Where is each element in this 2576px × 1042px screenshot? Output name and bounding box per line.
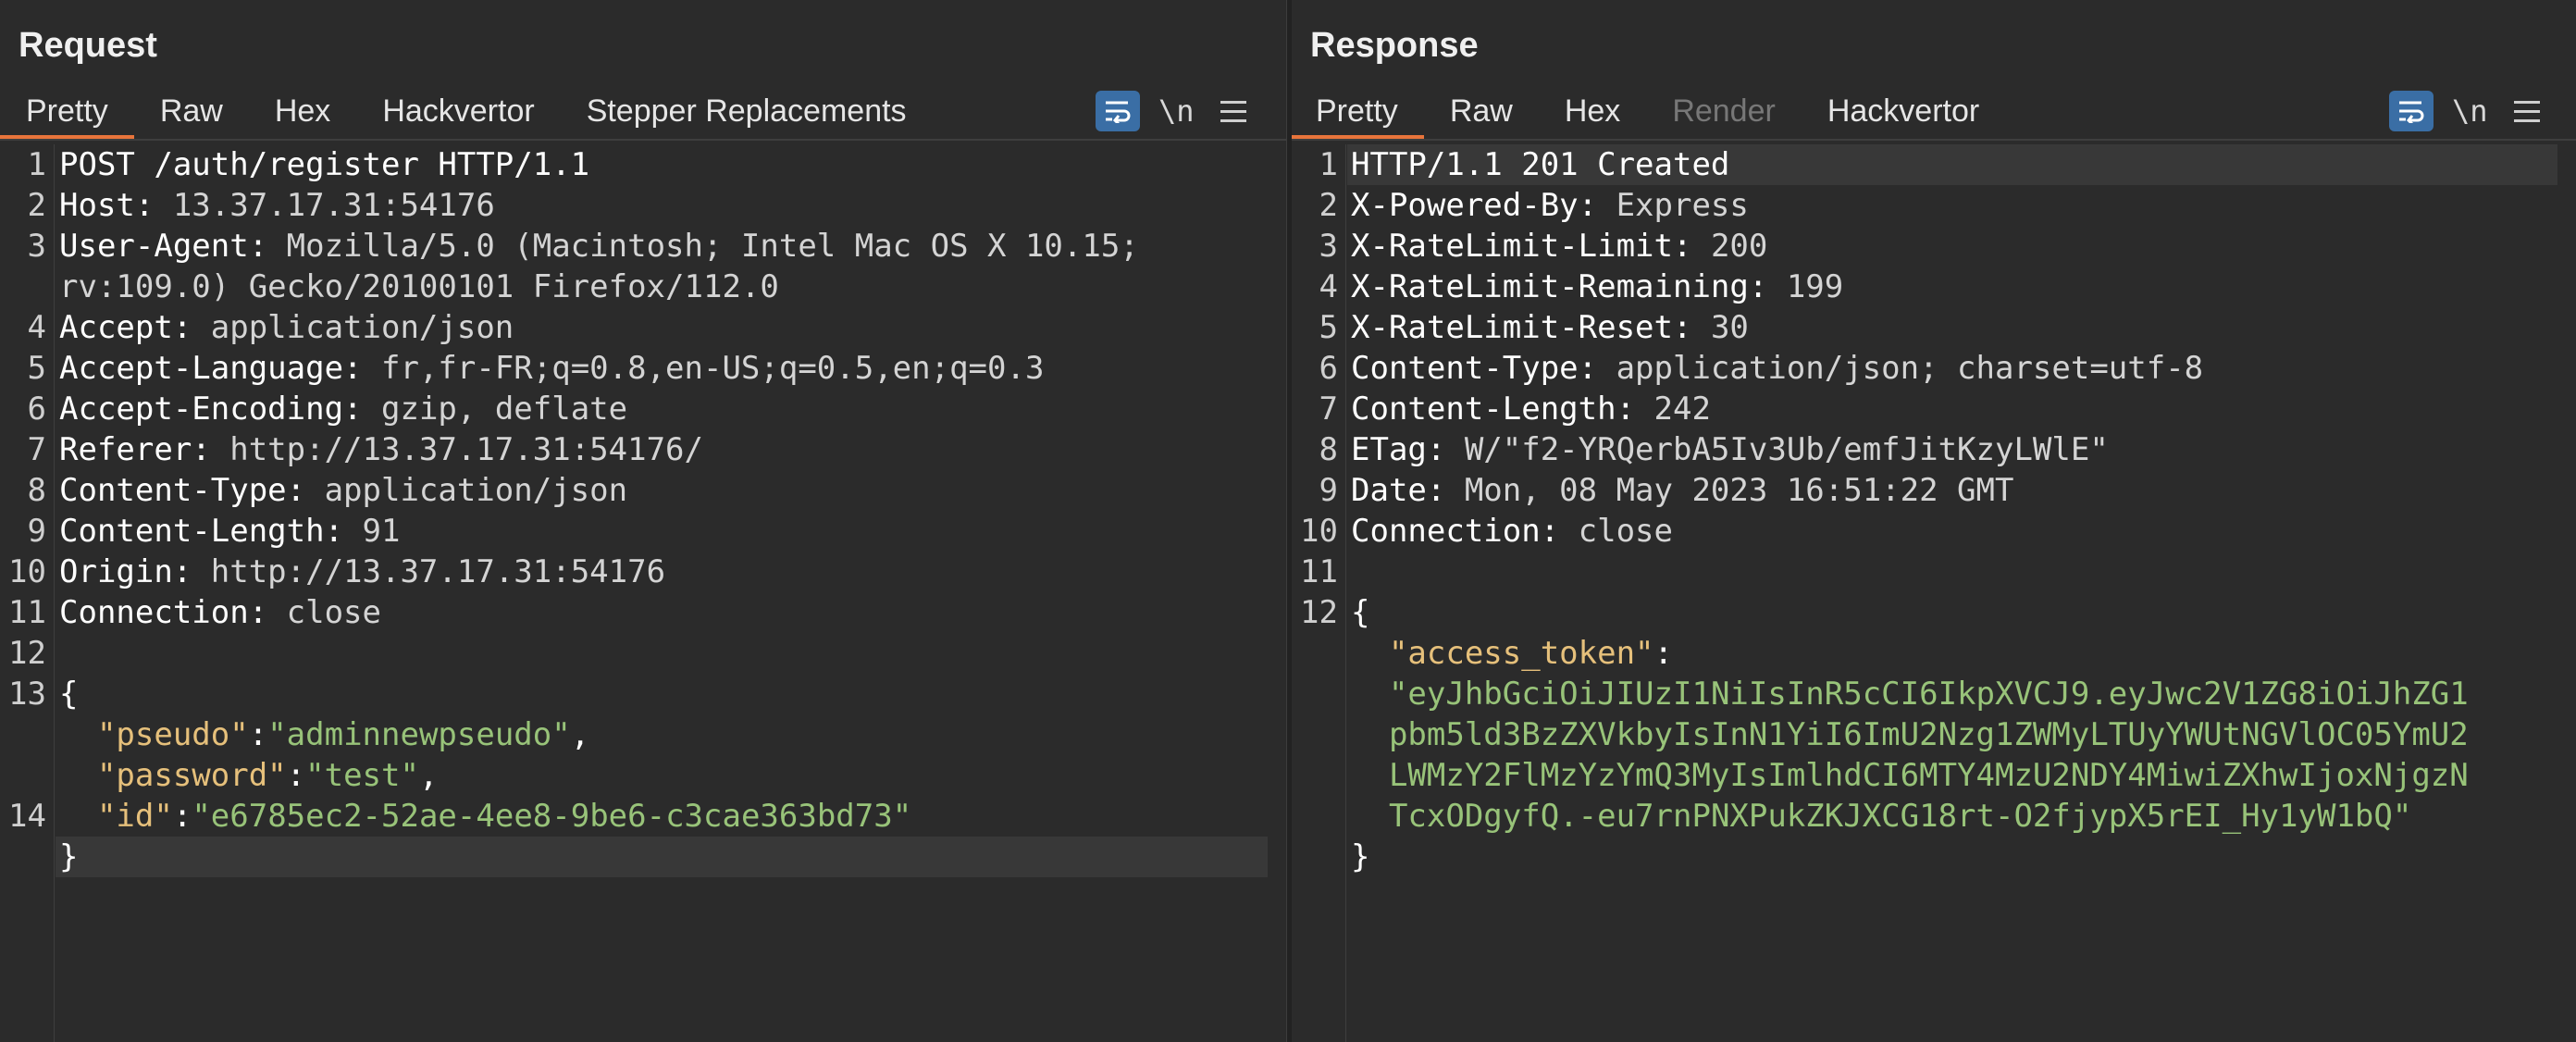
tab-divider (0, 139, 1286, 141)
header-line: rv:109.0) Gecko/20100101 Firefox/112.0 (59, 268, 779, 305)
header-line: Content-Type: application/json (59, 472, 628, 509)
header-line: Accept-Encoding: gzip, deflate (59, 391, 628, 428)
hamburger-menu-icon[interactable] (2513, 100, 2540, 122)
header-line: Content-Length: 91 (59, 513, 401, 550)
tab-render: Render (1672, 93, 1776, 129)
request-tabs: Pretty Raw Hex Hackvertor Stepper Replac… (0, 85, 933, 139)
header-line: ETag: W/"f2-YRQerbA5Iv3Ub/emfJitKzyLWlE" (1351, 431, 2109, 468)
token-line: LWMzY2FlMzYzYmQ3MyIsImlhdCI6MTY4MzU2NDY4… (1388, 757, 2469, 794)
json-brace: } (59, 838, 79, 875)
header-line: Connection: close (59, 594, 381, 631)
line-number: 12 (8, 635, 46, 672)
tab-hex[interactable]: Hex (1539, 85, 1646, 135)
json-field: "password":"test", (96, 757, 439, 794)
line-number: 10 (8, 553, 46, 590)
line-number: 4 (1319, 268, 1338, 305)
newline-toggle-icon[interactable]: \n (2452, 93, 2488, 129)
line-number: 14 (8, 798, 46, 835)
request-panel: Request Pretty Raw Hex Hackvertor Steppe… (0, 0, 1286, 1042)
line-number: 5 (1319, 309, 1338, 346)
response-panel: Response Pretty Raw Hex Render Hackverto… (1292, 0, 2576, 1042)
tab-pretty[interactable]: Pretty (1292, 85, 1424, 139)
header-line: Content-Type: application/json; charset=… (1351, 350, 2204, 387)
tab-raw[interactable]: Raw (134, 85, 249, 135)
line-number: 11 (8, 594, 46, 631)
line-number: 6 (1319, 350, 1338, 387)
json-brace: } (1351, 838, 1370, 875)
tab-hex[interactable]: Hex (249, 85, 356, 135)
header-line: Host: 13.37.17.31:54176 (59, 187, 495, 224)
line-number: 7 (27, 431, 46, 468)
line-number: 1 (1319, 146, 1338, 183)
tab-hackvertor[interactable]: Hackvertor (1802, 85, 2005, 135)
line-number: 12 (1300, 594, 1338, 631)
line-number: 5 (27, 350, 46, 387)
tab-pretty[interactable]: Pretty (0, 85, 134, 139)
request-editor[interactable]: 1 2 3 4 5 6 7 8 9 10 11 12 13 14 POST /a… (0, 144, 1286, 1042)
line-number: 10 (1300, 513, 1338, 550)
line-number: 9 (27, 513, 46, 550)
line-number: 3 (1319, 228, 1338, 265)
header-line: Accept-Language: fr,fr-FR;q=0.8,en-US;q=… (59, 350, 1045, 387)
line-number: 1 (27, 146, 46, 183)
token-line: pbm5ld3BzZXVkbyIsInN1YiI6ImU2Nzg1ZWMyLTU… (1388, 716, 2469, 753)
panel-title: Request (19, 26, 157, 65)
request-toolbar: \n (1096, 85, 1246, 137)
wrap-lines-icon[interactable] (2389, 91, 2434, 131)
line-number: 13 (8, 676, 46, 713)
line-number: 6 (27, 391, 46, 428)
header-line: X-RateLimit-Remaining: 199 (1351, 268, 1844, 305)
token-line: TcxODgyfQ.-eu7rnPNXPukZKJXCG18rt-O2fjypX… (1388, 798, 2412, 835)
json-key: "access_token": (1388, 635, 1674, 672)
wrap-lines-icon[interactable] (1096, 91, 1140, 131)
header-line: POST /auth/register HTTP/1.1 (59, 146, 590, 183)
line-number: 2 (1319, 187, 1338, 224)
line-number: 11 (1300, 553, 1338, 590)
status-line: HTTP/1.1 201 Created (1351, 146, 1730, 183)
hamburger-menu-icon[interactable] (1220, 100, 1246, 122)
header-line: X-Powered-By: Express (1351, 187, 1749, 224)
json-brace: { (59, 676, 79, 713)
header-line: Content-Length: 242 (1351, 391, 1711, 428)
line-number: 7 (1319, 391, 1338, 428)
newline-toggle-icon[interactable]: \n (1158, 93, 1195, 129)
line-number: 8 (27, 472, 46, 509)
line-number: 8 (1319, 431, 1338, 468)
header-line: User-Agent: Mozilla/5.0 (Macintosh; Inte… (59, 228, 1139, 265)
line-number: 9 (1319, 472, 1338, 509)
header-line: X-RateLimit-Limit: 200 (1351, 228, 1768, 265)
header-line: Origin: http://13.37.17.31:54176 (59, 553, 666, 590)
header-line: Referer: http://13.37.17.31:54176/ (59, 431, 703, 468)
header-line: Connection: close (1351, 513, 1673, 550)
tab-stepper-replacements[interactable]: Stepper Replacements (561, 85, 933, 135)
line-number: 3 (27, 228, 46, 265)
line-number: 2 (27, 187, 46, 224)
response-tabs: Pretty Raw Hex Render Hackvertor (1292, 85, 2005, 139)
panel-title: Response (1310, 26, 1479, 65)
json-brace: { (1351, 594, 1370, 631)
response-editor[interactable]: 1 2 3 4 5 6 7 8 9 10 11 12 HTTP/1.1 201 … (1292, 144, 2576, 1042)
tab-raw[interactable]: Raw (1424, 85, 1539, 135)
json-field: "id":"e6785ec2-52ae-4ee8-9be6-c3cae363bd… (96, 798, 912, 835)
header-line: X-RateLimit-Reset: 30 (1351, 309, 1749, 346)
line-number: 4 (27, 309, 46, 346)
json-field: "pseudo":"adminnewpseudo", (96, 716, 590, 753)
header-line: Date: Mon, 08 May 2023 16:51:22 GMT (1351, 472, 2014, 509)
header-line: Accept: application/json (59, 309, 514, 346)
response-toolbar: \n (2389, 85, 2540, 137)
tab-hackvertor[interactable]: Hackvertor (356, 85, 560, 135)
tab-divider (1292, 139, 2576, 141)
token-line: "eyJhbGciOiJIUzI1NiIsInR5cCI6IkpXVCJ9.ey… (1388, 676, 2469, 713)
